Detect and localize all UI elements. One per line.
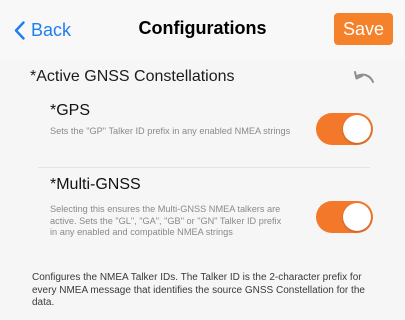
toggle-knob — [343, 203, 371, 231]
configurations-screen: Back Configurations Save *Active GNSS Co… — [0, 0, 405, 320]
multi-gnss-title: *Multi-GNSS — [50, 176, 141, 193]
section-header: *Active GNSS Constellations — [0, 59, 405, 91]
toggle-knob — [343, 115, 371, 143]
row-divider — [38, 167, 370, 168]
multi-gnss-description: Selecting this ensures the Multi-GNSS NM… — [50, 204, 282, 237]
back-button[interactable]: Back — [14, 18, 71, 42]
gps-description: Sets the "GP" Talker ID prefix in any en… — [50, 126, 291, 136]
back-button-label: Back — [31, 19, 72, 40]
navigation-bar: Back Configurations Save — [0, 0, 405, 60]
chevron-left-icon — [14, 20, 25, 40]
footer-note: Configures the NMEA Talker IDs. The Talk… — [32, 272, 365, 308]
section-title: *Active GNSS Constellations — [30, 68, 235, 85]
save-button[interactable]: Save — [334, 13, 393, 45]
undo-icon[interactable] — [353, 69, 375, 85]
multi-gnss-toggle[interactable] — [316, 201, 373, 233]
gps-toggle[interactable] — [316, 113, 373, 145]
gps-title: *GPS — [50, 102, 91, 119]
